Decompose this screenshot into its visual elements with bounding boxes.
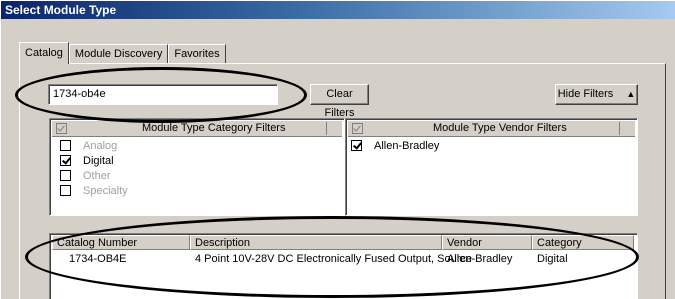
specialty-checkbox[interactable] [60,185,71,196]
vendor-filter-header: Module Type Vendor Filters [348,121,635,137]
tab-strip: Catalog Module Discovery Favorites [19,42,226,64]
analog-label: Analog [83,139,118,152]
allen-bradley-checkbox[interactable] [351,140,362,151]
double-chevron-up-icon: ▲ [626,89,636,99]
vendor-filter-title: Module Type Vendor Filters [433,122,567,134]
tab-favorites[interactable]: Favorites [168,44,226,64]
column-header-vendor[interactable]: Vendor [442,235,532,250]
category-item-specialty[interactable]: Specialty [60,183,128,198]
vendor-filter-list: Module Type Vendor Filters Allen-Bradley [345,118,638,216]
tab-module-discovery[interactable]: Module Discovery [68,44,169,64]
column-divider [619,122,620,135]
column-header-description[interactable]: Description [190,235,442,250]
hide-filters-button[interactable]: Hide Filters ▲ [555,84,638,105]
tab-catalog[interactable]: Catalog [19,42,69,64]
category-item-digital[interactable]: Digital [60,153,114,168]
column-header-category[interactable]: Category [532,235,634,250]
vendor-item-allen-bradley[interactable]: Allen-Bradley [351,138,439,153]
category-cell: Digital [537,253,568,265]
allen-bradley-label: Allen-Bradley [374,139,440,152]
hide-filters-label: Hide Filters [557,88,614,100]
description-cell: 4 Point 10V-28V DC Electronically Fused … [195,253,472,265]
digital-checkbox[interactable] [60,155,71,166]
column-header-catalog-number[interactable]: Catalog Number [52,235,190,250]
vendor-cell: Allen-Bradley [447,253,513,265]
category-filter-header: Module Type Category Filters [52,121,342,137]
column-divider [326,122,327,135]
select-all-categories-checkbox[interactable] [56,123,67,134]
select-module-type-window: Select Module Type Catalog Module Discov… [0,0,675,299]
clear-filters-button[interactable]: Clear Filters [310,84,369,119]
category-item-other[interactable]: Other [60,168,111,183]
other-label: Other [83,169,111,182]
category-filter-list: Module Type Category Filters Analog Digi… [49,118,345,216]
category-filter-title: Module Type Category Filters [142,122,286,134]
digital-label: Digital [83,154,114,167]
other-checkbox[interactable] [60,170,71,181]
analog-checkbox[interactable] [60,140,71,151]
specialty-label: Specialty [83,184,128,197]
select-all-vendors-checkbox[interactable] [352,123,363,134]
catalog-number-cell: 1734-OB4E [69,253,127,265]
window-title: Select Module Type [1,1,675,19]
category-item-analog[interactable]: Analog [60,138,117,153]
search-input[interactable]: 1734-ob4e [48,84,278,105]
